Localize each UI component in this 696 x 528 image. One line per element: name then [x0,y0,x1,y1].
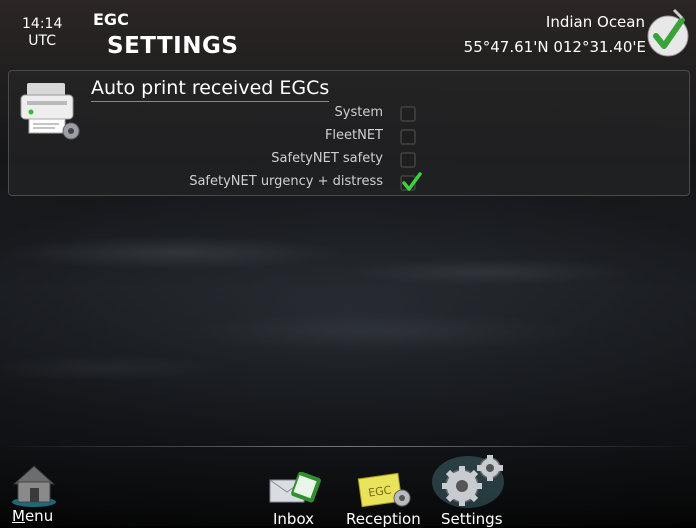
clock-timezone: UTC [28,33,57,49]
safetynet-safety-checkbox[interactable] [400,152,416,168]
tab-inbox[interactable]: Inbox [273,510,314,528]
app-name: EGC [93,10,129,29]
auto-print-panel: Auto print received EGCs System FleetNET… [8,70,690,196]
earth-clouds-background [0,200,696,440]
navigation-status-icon[interactable] [642,6,690,58]
page-title: SETTINGS [107,33,239,59]
clock: 14:14 UTC [22,16,62,50]
menu-button[interactable]: Menu [12,507,53,525]
option-label: SafetyNET safety [271,151,383,166]
option-label: FleetNET [324,128,383,143]
bottom-divider [0,446,696,447]
ocean-region: Indian Ocean [545,13,645,31]
position-coordinates: 55°47.61'N 012°31.40'E [463,38,646,56]
option-label: System [334,105,383,120]
option-system[interactable]: System [7,104,689,124]
option-label: SafetyNET urgency + distress [189,174,383,189]
checkmark-icon [402,172,422,191]
reception-icon[interactable]: EGC [354,470,414,510]
option-safetynet-urgency-distress[interactable]: SafetyNET urgency + distress [7,172,689,193]
menu-label: Menu [12,507,54,525]
system-checkbox[interactable] [400,106,416,122]
home-icon[interactable] [8,460,60,508]
clock-time: 14:14 [22,16,63,32]
safetynet-urgency-distress-checkbox[interactable] [400,172,422,191]
tab-settings[interactable]: Settings [441,510,503,528]
inbox-icon[interactable] [268,472,324,508]
option-fleetnet[interactable]: FleetNET [7,127,689,147]
panel-title: Auto print received EGCs [91,77,330,102]
fleetnet-checkbox[interactable] [400,129,416,145]
settings-gears-icon[interactable] [432,450,514,512]
tab-reception[interactable]: Reception [346,510,421,528]
option-safetynet-safety[interactable]: SafetyNET safety [7,150,689,170]
